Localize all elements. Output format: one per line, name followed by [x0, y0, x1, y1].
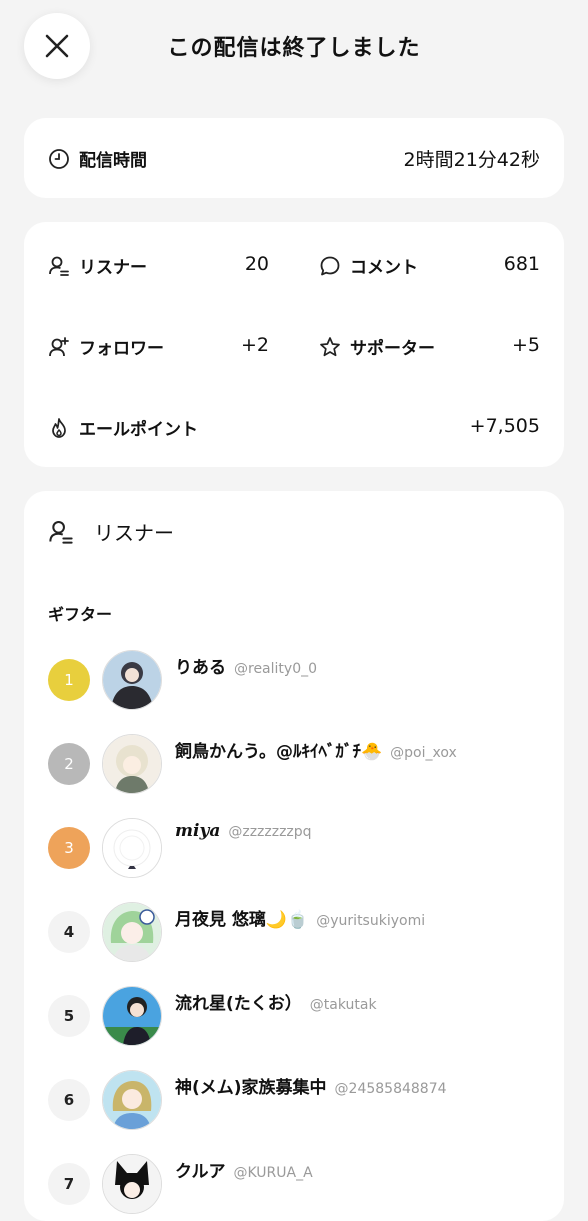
clock-icon [49, 148, 69, 169]
yell-points-stat: エールポイント [48, 415, 198, 440]
followers-stat: フォロワー [48, 334, 164, 359]
gifter-name-line: 飼鳥かんう。@ﾙｷｲﾍﾞｶﾞﾁ🐣 @poi_xox [175, 737, 457, 762]
person-list-icon [49, 520, 73, 544]
gifter-title: ギフター [48, 605, 113, 624]
gifter-name: 神(メム)家族募集中 [175, 1078, 327, 1098]
comments-label: コメント [350, 258, 418, 278]
supporters-value: +5 [511, 334, 540, 356]
gifter-name-line: 神(メム)家族募集中 @24585848874 [175, 1073, 447, 1098]
supporters-label: サポーター [350, 339, 435, 359]
listeners-label: リスナー [79, 258, 147, 278]
rank-badge: 4 [48, 911, 90, 953]
followers-value: +2 [240, 334, 269, 356]
person-add-icon [49, 336, 69, 356]
gifter-row[interactable]: 1 りある @reality0_0 [48, 650, 548, 712]
avatar[interactable] [102, 818, 162, 878]
duration-value: 2時間21分42秒 [403, 149, 540, 171]
rank-badge-silver: 2 [48, 743, 90, 785]
gifter-handle: @poi_xox [390, 745, 457, 761]
gifter-row[interactable]: 2 飼鳥かんう。@ﾙｷｲﾍﾞｶﾞﾁ🐣 @poi_xox [48, 734, 548, 796]
listeners-stat: リスナー [48, 253, 147, 278]
comments-stat: コメント [319, 253, 418, 278]
listener-section-header: リスナー [48, 517, 174, 546]
supporters-stat: サポーター [319, 334, 435, 359]
gifter-handle: @yuritsukiyomi [316, 913, 426, 929]
avatar[interactable] [102, 986, 162, 1046]
star-icon [320, 336, 340, 356]
followers-label: フォロワー [79, 339, 164, 359]
duration-card: 配信時間 2時間21分42秒 [24, 118, 564, 198]
gifter-name: 飼鳥かんう。@ﾙｷｲﾍﾞｶﾞﾁ🐣 [175, 742, 383, 762]
gifter-handle: @KURUA_A [233, 1165, 313, 1181]
gifter-name: 月夜見 悠璃🌙🍵 [175, 910, 309, 930]
gifter-row[interactable]: 4 月夜見 悠璃🌙🍵 @yuritsukiyomi [48, 902, 548, 964]
rank-badge: 6 [48, 1079, 90, 1121]
comments-value: 681 [503, 253, 540, 275]
yell-points-label: エールポイント [79, 420, 198, 440]
gifter-name: りある [175, 658, 226, 678]
gifter-row[interactable]: 6 神(メム)家族募集中 @24585848874 [48, 1070, 548, 1132]
header: この配信は終了しました [0, 0, 588, 95]
yell-points-value: +7,505 [469, 415, 540, 437]
duration-label-row: 配信時間 [48, 146, 147, 171]
gifter-handle: @reality0_0 [234, 661, 318, 677]
gifter-name-line: りある @reality0_0 [175, 653, 317, 678]
gifter-handle: @takutak [309, 997, 377, 1013]
duration-label: 配信時間 [79, 151, 147, 171]
listener-section-title: リスナー [94, 521, 174, 545]
gifter-handle: @zzzzzzzpq [228, 824, 312, 840]
gifter-name-line: miya @zzzzzzzpq [175, 821, 312, 841]
person-list-icon [49, 256, 69, 276]
gifter-name: 流れ星(たくお） [175, 994, 302, 1014]
rank-badge-gold: 1 [48, 659, 90, 701]
comment-icon [320, 256, 340, 275]
gifter-name: miya [175, 821, 221, 841]
stats-card: リスナー 20 コメント 681 フォロワー +2 サポーター +5 エールポイ… [24, 222, 564, 467]
page-title: この配信は終了しました [167, 36, 421, 61]
avatar[interactable] [102, 1070, 162, 1130]
avatar[interactable] [102, 1154, 162, 1214]
avatar[interactable] [102, 902, 162, 962]
rank-badge-bronze: 3 [48, 827, 90, 869]
rank-badge: 5 [48, 995, 90, 1037]
gifter-name-line: クルア @KURUA_A [175, 1157, 313, 1182]
gifter-handle: @24585848874 [334, 1081, 447, 1097]
listener-card: リスナー ギフター 1 りある @reality0_0 2 飼鳥かんう。@ﾙｷｲﾍ… [24, 491, 564, 1221]
avatar[interactable] [102, 650, 162, 710]
listeners-value: 20 [244, 253, 269, 275]
flame-icon [52, 417, 66, 438]
gifter-row[interactable]: 3 miya @zzzzzzzpq [48, 818, 548, 880]
gifter-name-line: 流れ星(たくお） @takutak [175, 989, 377, 1014]
avatar[interactable] [102, 734, 162, 794]
gifter-name: クルア [175, 1162, 226, 1182]
gifter-name-line: 月夜見 悠璃🌙🍵 @yuritsukiyomi [175, 905, 425, 930]
gifter-row[interactable]: 5 流れ星(たくお） @takutak [48, 986, 548, 1048]
gifter-row[interactable]: 7 クルア @KURUA_A [48, 1154, 548, 1216]
